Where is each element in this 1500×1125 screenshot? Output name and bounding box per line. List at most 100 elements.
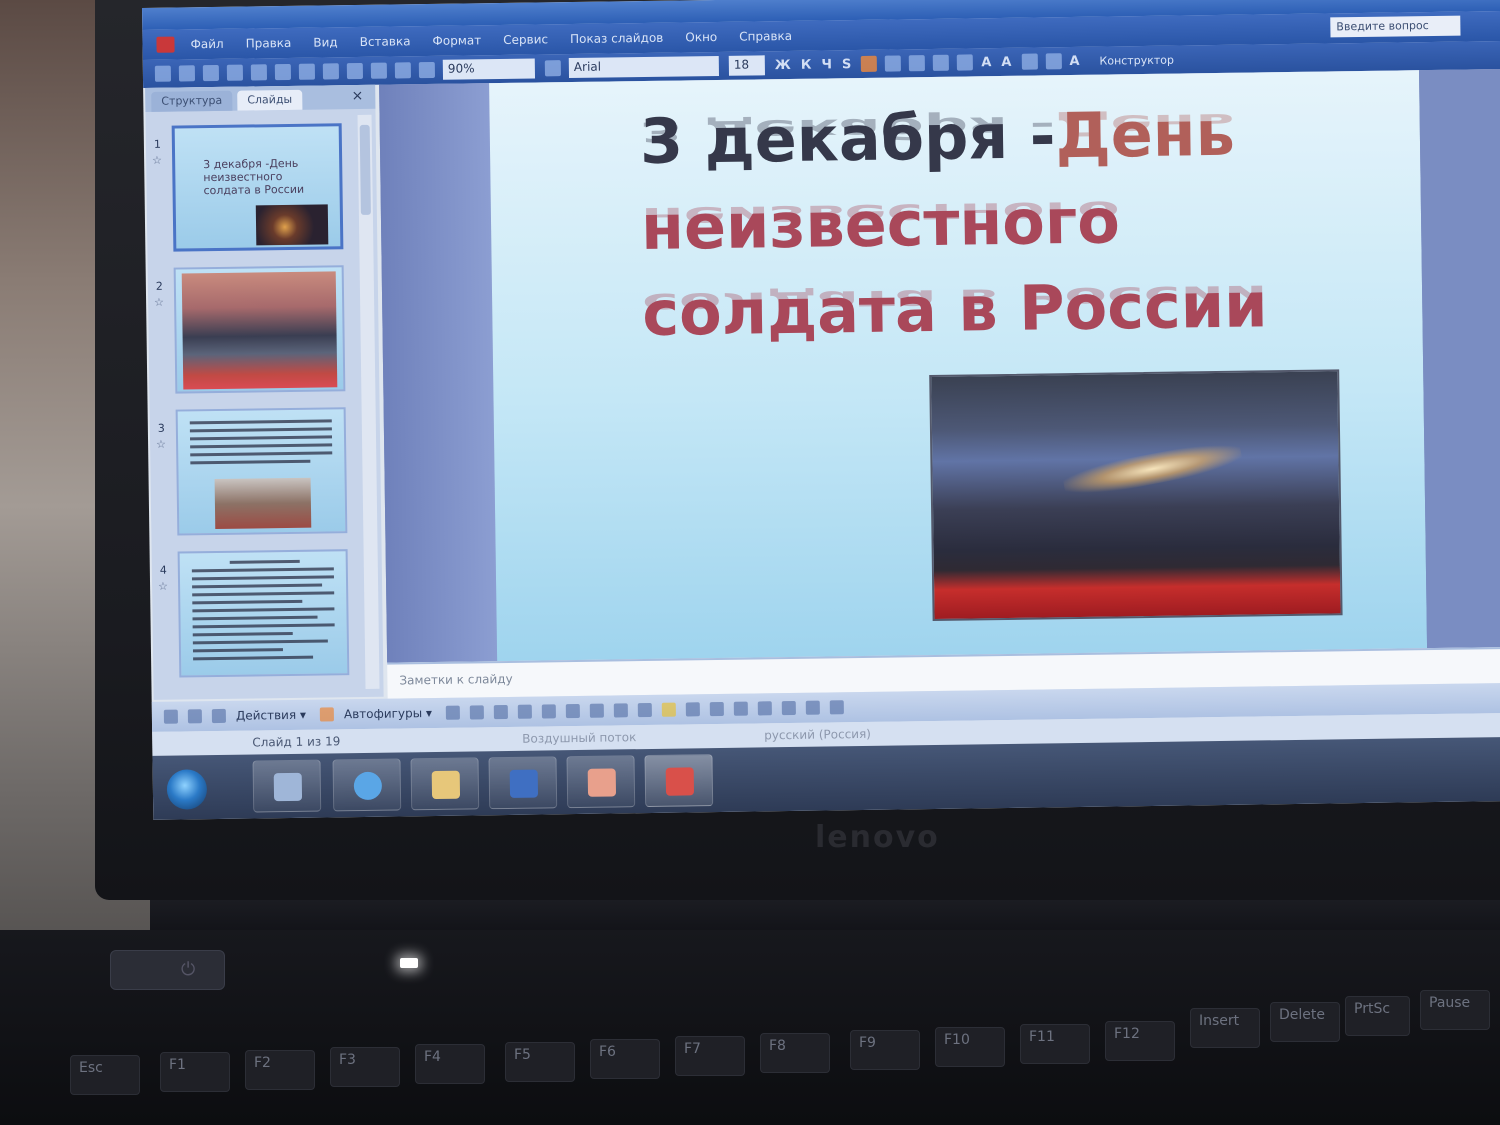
key-f8[interactable]: F8 [760,1033,830,1073]
align-right-icon[interactable] [909,55,926,72]
bold-button[interactable]: Ж [775,57,791,72]
key-f9[interactable]: F9 [850,1030,920,1070]
indent-decrease-icon[interactable] [1021,53,1038,70]
slideshow-view-icon[interactable] [211,708,226,724]
key-f11[interactable]: F11 [1020,1024,1090,1064]
slide-thumbnail-1[interactable]: 3 декабря -День неизвестного солдата в Р… [171,123,344,252]
taskbar-media-player[interactable] [252,759,322,813]
font-color-icon[interactable] [709,701,725,717]
menu-tools[interactable]: Сервис [503,32,548,47]
slide-thumbnail-2[interactable] [173,265,346,394]
thumbnail-scrollbar[interactable] [357,114,380,689]
align-left-icon[interactable] [861,55,878,72]
menu-file[interactable]: Файл [190,37,223,51]
preview-icon[interactable] [250,64,268,81]
print-icon[interactable] [226,64,244,81]
dash-style-icon[interactable] [757,701,773,716]
align-center-icon[interactable] [885,55,902,72]
slide-thumbnail-3[interactable] [175,407,348,536]
fill-color-icon[interactable] [661,702,677,717]
font-size-select[interactable]: 18 [728,55,766,76]
taskbar-powerpoint-active[interactable] [644,754,714,808]
key-esc[interactable]: Esc [70,1055,140,1095]
clipart-icon[interactable] [613,703,629,718]
oval-icon[interactable] [517,704,533,719]
tab-outline[interactable]: Структура [151,90,233,112]
bullets-icon[interactable] [957,54,974,71]
key-f7[interactable]: F7 [675,1036,745,1076]
diagram-icon[interactable] [589,703,605,718]
key-f5[interactable]: F5 [505,1042,575,1082]
line-color-icon[interactable] [685,702,701,717]
slide-thumbnail-4[interactable] [177,549,350,678]
font-shrink-button[interactable]: A [1001,54,1011,69]
scroll-thumb[interactable] [359,124,371,215]
key-f12[interactable]: F12 [1105,1021,1175,1061]
zoom-select[interactable]: 90% [442,58,536,80]
taskbar-explorer[interactable] [410,757,480,811]
menu-insert[interactable]: Вставка [360,34,411,49]
spellcheck-icon[interactable] [274,63,292,81]
key-delete[interactable]: Delete [1270,1002,1340,1042]
undo-icon[interactable] [346,62,364,80]
indent-increase-icon[interactable] [1045,53,1062,70]
font-color-button[interactable]: A [1069,53,1079,68]
help-search-input[interactable]: Введите вопрос [1330,15,1461,38]
3d-icon[interactable] [829,700,845,715]
font-select[interactable]: Arial [568,55,720,79]
start-button[interactable] [166,769,208,810]
menu-help[interactable]: Справка [739,29,792,44]
menu-view[interactable]: Вид [313,35,338,49]
sorter-view-icon[interactable] [187,709,202,724]
menu-edit[interactable]: Правка [246,36,292,51]
shadow-icon[interactable] [805,700,821,715]
arrow-style-icon[interactable] [781,700,797,716]
close-icon[interactable]: × [351,88,363,104]
textbox-icon[interactable] [541,704,557,719]
font-grow-button[interactable]: A [981,55,991,70]
taskbar-word[interactable] [488,756,558,810]
slide-title[interactable]: 3 декабря -День 3 декабря -День неизвест… [639,90,1303,357]
cut-icon[interactable] [298,63,316,80]
picture-icon[interactable] [637,702,653,718]
key-f6[interactable]: F6 [590,1039,660,1079]
normal-view-icon[interactable] [163,709,178,724]
menu-slideshow[interactable]: Показ слайдов [570,31,663,46]
line-style-icon[interactable] [733,701,749,716]
help-icon[interactable] [544,60,561,77]
powerpoint-icon[interactable] [156,36,175,53]
designer-button[interactable]: Конструктор [1099,53,1174,67]
key-prtsc[interactable]: PrtSc [1345,996,1410,1036]
key-insert[interactable]: Insert [1190,1008,1260,1048]
select-pointer-icon[interactable] [319,707,335,722]
arrow-icon[interactable] [469,705,485,720]
copy-icon[interactable] [322,63,340,80]
key-f2[interactable]: F2 [245,1050,315,1090]
chart-icon[interactable] [370,62,388,79]
italic-button[interactable]: К [801,57,812,72]
autoshapes-menu[interactable]: Автофигуры ▾ [344,706,432,721]
current-slide[interactable]: 3 декабря -День 3 декабря -День неизвест… [489,70,1428,662]
taskbar-powerpoint-file[interactable] [566,755,636,809]
wordart-icon[interactable] [565,703,581,719]
grid-icon[interactable] [418,61,436,79]
actions-menu[interactable]: Действия ▾ [236,708,306,723]
key-f10[interactable]: F10 [935,1027,1005,1067]
key-pause[interactable]: Pause [1420,990,1490,1030]
key-f3[interactable]: F3 [330,1047,400,1087]
table-icon[interactable] [394,62,412,79]
tab-slides[interactable]: Слайды [237,89,303,111]
line-icon[interactable] [445,705,461,720]
taskbar-ie[interactable] [332,758,402,812]
power-button[interactable]: ⏻ [110,950,225,990]
menu-format[interactable]: Формат [432,33,481,48]
open-icon[interactable] [178,65,196,82]
new-icon[interactable] [154,65,172,82]
menu-window[interactable]: Окно [685,30,717,44]
rectangle-icon[interactable] [493,704,509,720]
save-icon[interactable] [202,64,220,82]
shadow-button[interactable]: S [842,57,852,72]
numbering-icon[interactable] [933,54,950,71]
key-f1[interactable]: F1 [160,1052,230,1092]
key-f4[interactable]: F4 [415,1044,485,1084]
